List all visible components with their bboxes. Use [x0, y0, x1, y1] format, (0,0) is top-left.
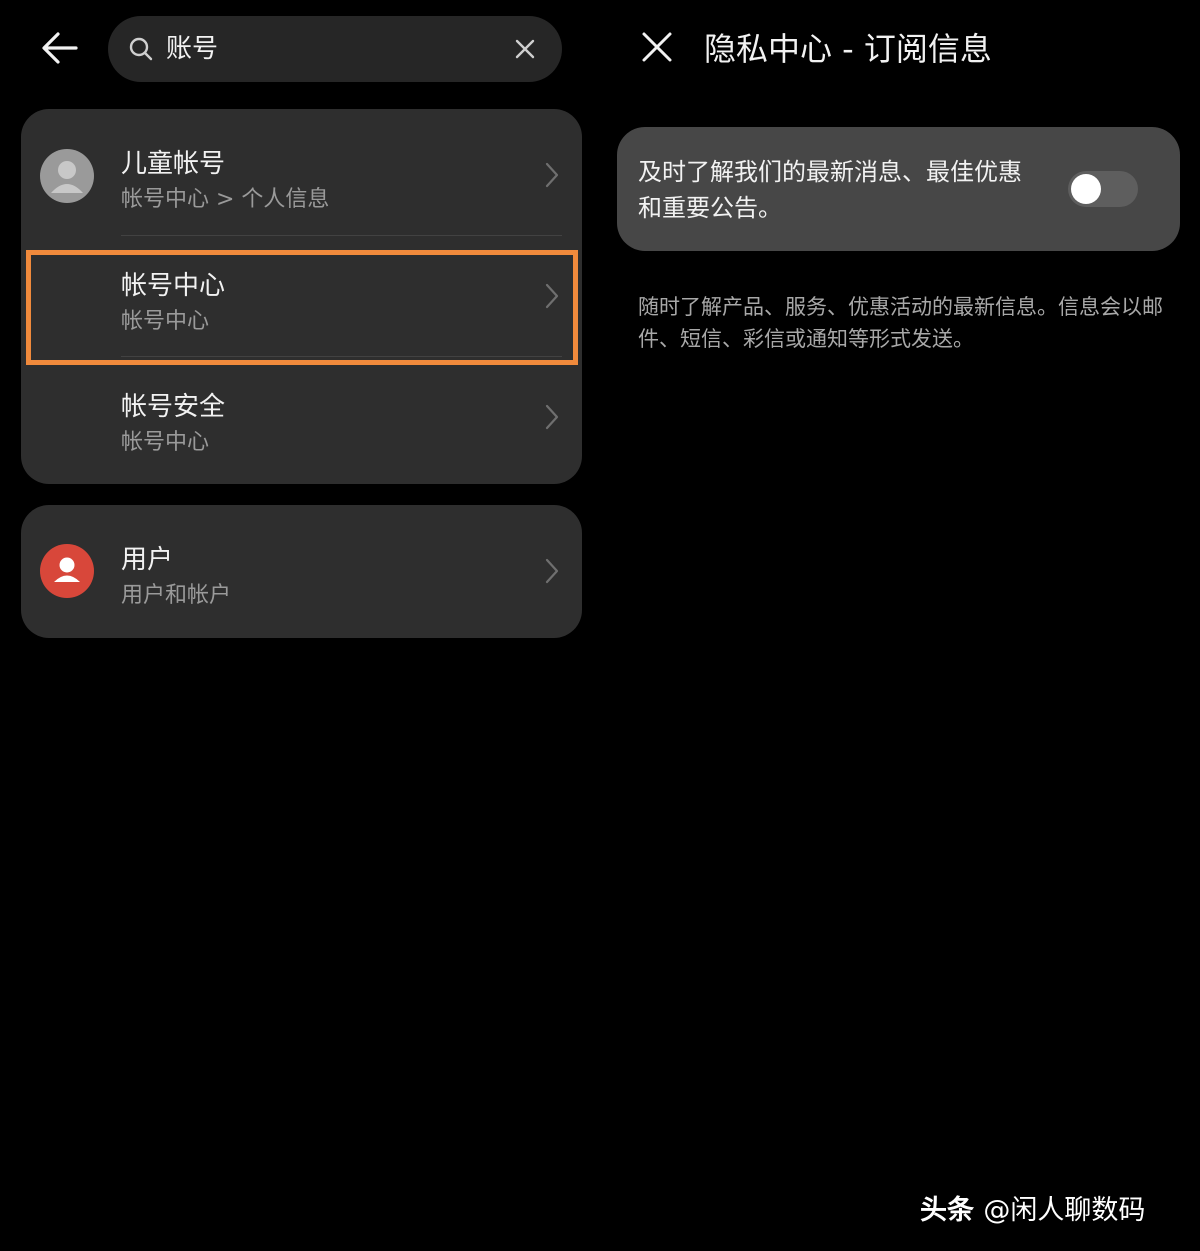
result-title: 用户: [121, 545, 174, 575]
search-results-card-users: 用户 用户和帐户: [21, 505, 582, 638]
close-button[interactable]: [640, 30, 674, 64]
result-subtitle: 帐号中心 > 个人信息: [121, 187, 330, 212]
result-item-account-center[interactable]: 帐号中心 帐号中心: [21, 235, 582, 357]
search-input[interactable]: [166, 16, 496, 82]
result-title: 帐号安全: [121, 392, 226, 422]
user-avatar-icon: [40, 544, 94, 598]
watermark: 头条 @闲人聊数码: [920, 1188, 1145, 1227]
result-item-account-security[interactable]: 帐号安全 帐号中心: [21, 356, 582, 477]
result-subtitle: 帐号中心: [121, 430, 210, 455]
result-subtitle: 帐号中心: [121, 309, 210, 334]
result-item-users[interactable]: 用户 用户和帐户: [21, 505, 582, 638]
page-title: 隐私中心 - 订阅信息: [704, 30, 992, 68]
person-avatar-icon: [40, 149, 94, 203]
result-subtitle: 用户和帐户: [121, 583, 232, 608]
result-title: 帐号中心: [121, 271, 226, 301]
result-item-child-account[interactable]: 儿童帐号 帐号中心 > 个人信息: [21, 109, 582, 236]
chevron-right-icon: [545, 404, 559, 430]
search-results-card: 儿童帐号 帐号中心 > 个人信息 帐号中心 帐号中心 帐号安全 帐号中心: [21, 109, 582, 484]
result-title: 儿童帐号: [121, 149, 226, 179]
close-icon: [642, 32, 672, 62]
chevron-right-icon: [545, 558, 559, 584]
back-arrow-icon[interactable]: [36, 26, 84, 70]
chevron-right-icon: [545, 162, 559, 188]
clear-search-button[interactable]: [512, 36, 538, 62]
watermark-brand: 头条: [920, 1195, 974, 1226]
chevron-right-icon: [545, 283, 559, 309]
toggle-knob: [1071, 174, 1101, 204]
toggle-label: 及时了解我们的最新消息、最佳优惠和重要公告。: [638, 158, 1022, 222]
subscription-toggle[interactable]: [1068, 171, 1138, 207]
watermark-handle: @闲人聊数码: [983, 1195, 1146, 1226]
subscription-toggle-card: 及时了解我们的最新消息、最佳优惠和重要公告。: [617, 127, 1180, 251]
close-icon: [515, 39, 535, 59]
search-bar[interactable]: [108, 16, 562, 82]
subscription-description: 随时了解产品、服务、优惠活动的最新信息。信息会以邮件、短信、彩信或通知等形式发送…: [638, 295, 1163, 351]
search-icon: [128, 36, 154, 62]
